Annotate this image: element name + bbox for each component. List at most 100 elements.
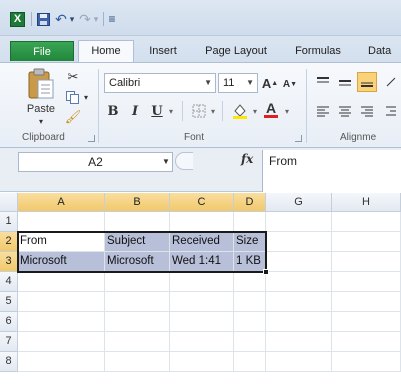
cell[interactable] [332,352,401,372]
align-right-icon[interactable] [358,102,376,120]
fill-color-dropdown-icon[interactable]: ▾ [250,105,260,117]
cell[interactable] [332,312,401,332]
cell-b3[interactable]: Microsoft [105,252,170,272]
row-header[interactable]: 2 [0,232,18,252]
cell-c3[interactable]: Wed 1:41 [170,252,234,272]
select-all-corner[interactable] [0,193,18,212]
shrink-font-button[interactable]: A ▼ [282,75,298,93]
cut-icon[interactable]: ✂ [64,69,82,85]
formula-input[interactable]: From [262,150,401,192]
cell[interactable] [105,332,170,352]
cell[interactable] [105,352,170,372]
copy-icon[interactable] [64,89,82,105]
cell[interactable] [18,352,105,372]
cell[interactable] [18,292,105,312]
insert-function-icon[interactable]: fx [241,152,253,166]
cell[interactable] [170,352,234,372]
cell[interactable] [266,232,332,252]
cell[interactable] [234,272,266,292]
cell[interactable] [234,212,266,232]
cell[interactable] [105,272,170,292]
font-color-button[interactable]: A [262,99,280,119]
underline-button[interactable]: U [148,101,166,121]
cell-a3[interactable]: Microsoft [18,252,105,272]
cell[interactable] [105,292,170,312]
cell[interactable] [234,332,266,352]
undo-dropdown-icon[interactable]: ▾ [68,11,76,27]
tab-file[interactable]: File [10,41,74,61]
cell[interactable] [105,312,170,332]
paste-button[interactable]: Paste [22,101,60,117]
borders-dropdown-icon[interactable]: ▾ [208,105,218,117]
cell[interactable] [332,212,401,232]
paste-icon[interactable] [24,67,58,101]
copy-dropdown-icon[interactable]: ▾ [82,91,90,103]
bold-button[interactable]: B [104,101,122,121]
customize-toolbar-icon[interactable]: ≡ [106,11,118,27]
row-header[interactable]: 1 [0,212,18,232]
cell[interactable] [332,332,401,352]
tab-page-layout[interactable]: Page Layout [198,41,274,61]
cell[interactable] [332,272,401,292]
grow-font-button[interactable]: A ▲ [262,73,278,93]
font-size-dropdown[interactable]: 11 ▼ [218,73,258,93]
orientation-icon[interactable] [382,73,400,91]
italic-button[interactable]: I [126,101,144,121]
font-color-dropdown-icon[interactable]: ▾ [282,105,292,117]
clipboard-launcher-icon[interactable] [88,135,95,142]
format-painter-icon[interactable]: 🖌 [64,109,82,125]
align-left-icon[interactable] [314,102,332,120]
font-launcher-icon[interactable] [295,135,302,142]
align-middle-icon[interactable] [336,73,354,91]
column-header[interactable]: A [18,193,105,212]
font-name-dropdown[interactable]: Calibri ▼ [104,73,216,93]
indent-icon[interactable] [382,102,400,120]
fill-handle[interactable] [263,269,269,275]
cell[interactable] [332,232,401,252]
cell[interactable] [170,312,234,332]
column-header[interactable]: D [234,193,266,212]
redo-icon[interactable]: ↷ [78,11,92,27]
cell[interactable] [266,332,332,352]
cell-c2[interactable]: Received [170,232,234,252]
cell-d2[interactable]: Size [234,232,266,252]
paste-dropdown-icon[interactable]: ▾ [36,116,46,126]
cell[interactable] [170,272,234,292]
align-top-icon[interactable] [314,73,332,91]
row-header[interactable]: 6 [0,312,18,332]
row-header[interactable]: 7 [0,332,18,352]
cell[interactable] [266,272,332,292]
column-header[interactable]: G [266,193,332,212]
cell-b2[interactable]: Subject [105,232,170,252]
cell[interactable] [18,212,105,232]
fill-color-icon[interactable] [230,101,250,121]
column-header[interactable]: B [105,193,170,212]
excel-logo-icon[interactable]: X [10,12,25,27]
cell-a2[interactable]: From [18,232,105,252]
cell[interactable] [266,252,332,272]
column-header[interactable]: H [332,193,401,212]
cell[interactable] [234,292,266,312]
name-box[interactable]: A2 [18,152,173,172]
cell[interactable] [105,212,170,232]
undo-icon[interactable]: ↶ [54,11,68,27]
cell[interactable] [266,352,332,372]
column-header[interactable]: C [170,193,234,212]
row-header[interactable]: 8 [0,352,18,372]
cell[interactable] [266,312,332,332]
cell[interactable] [332,292,401,312]
borders-icon[interactable] [190,102,208,120]
cell[interactable] [332,252,401,272]
cell[interactable] [170,332,234,352]
cell[interactable] [18,312,105,332]
cell[interactable] [170,212,234,232]
name-box-dropdown-icon[interactable]: ▼ [162,157,170,166]
cell[interactable] [170,292,234,312]
tab-data[interactable]: Data [362,41,401,61]
row-header[interactable]: 4 [0,272,18,292]
save-icon[interactable] [36,11,50,27]
cell-d3[interactable]: 1 KB [234,252,266,272]
cell[interactable] [18,332,105,352]
align-center-icon[interactable] [336,102,354,120]
formula-bar-resize-handle[interactable] [175,152,193,170]
